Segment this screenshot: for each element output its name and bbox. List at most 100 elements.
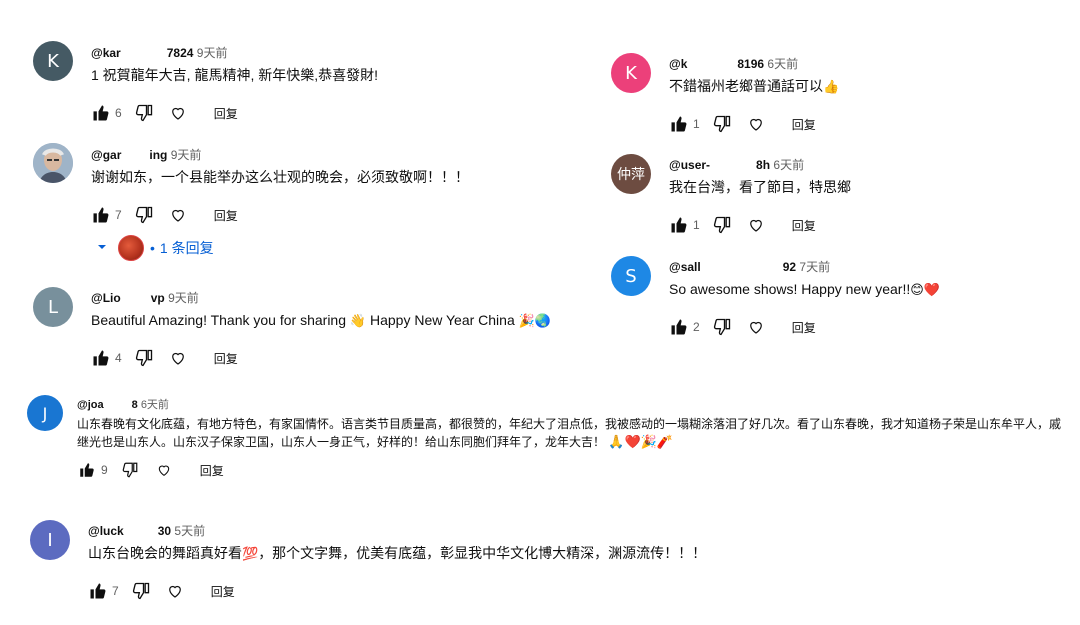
comment-meta: @joa 8 6天前 (77, 396, 1067, 412)
author-handle[interactable]: @sall (669, 260, 701, 274)
reply-dot: • (150, 240, 155, 256)
reply-button[interactable]: 回复 (214, 105, 238, 122)
comment-time[interactable]: 6天前 (767, 57, 798, 71)
like-count: 2 (693, 320, 700, 334)
author-handle[interactable]: @joa (77, 399, 104, 411)
comment-text: 山东春晚有文化底蕴，有地方特色，有家国情怀。语言类节目质量高，都很赞的，年纪大了… (77, 415, 1067, 451)
reply-button[interactable]: 回复 (792, 319, 816, 336)
heart-icon[interactable] (154, 460, 174, 480)
avatar[interactable]: K (611, 53, 651, 93)
author-handle[interactable]: @user- (669, 158, 710, 172)
comment-actions: 4 回复 (91, 347, 631, 369)
avatar[interactable]: J (27, 395, 63, 431)
comment-time[interactable]: 5天前 (174, 524, 205, 538)
thumbs-down-icon[interactable] (120, 460, 140, 480)
avatar[interactable]: I (30, 520, 70, 560)
waving-hand-emoji: 👋 (349, 313, 367, 328)
comment-text-part: ，那个文字舞，优美有底蕴，彰显我中华文化博大精深，渊源流传！！！ (258, 545, 707, 561)
thumbs-up-icon[interactable] (91, 348, 111, 368)
thumbs-up-icon[interactable] (88, 581, 108, 601)
avatar[interactable]: K (33, 41, 73, 81)
heart-icon[interactable] (746, 317, 766, 337)
author-handle[interactable]: @gar (91, 148, 121, 162)
heart-icon[interactable] (168, 103, 188, 123)
thumbs-down-icon[interactable] (712, 317, 732, 337)
author-handle[interactable]: @k (669, 57, 687, 71)
comment-time[interactable]: 9天前 (171, 148, 202, 162)
avatar[interactable]: S (611, 256, 651, 296)
reply-button[interactable]: 回复 (214, 350, 238, 367)
thumbs-down-icon[interactable] (134, 205, 154, 225)
reply-author-avatar (118, 235, 144, 261)
like-count: 6 (115, 106, 122, 120)
comment-meta: @Lio vp 9天前 (91, 289, 631, 306)
author-handle-tail[interactable]: 7824 (167, 46, 194, 60)
comment-meta: @luck 30 5天前 (88, 522, 788, 539)
like-count: 1 (693, 117, 700, 131)
avatar[interactable] (33, 143, 73, 183)
author-handle-tail[interactable]: 92 (783, 260, 796, 274)
hundred-points-emoji: 💯 (242, 546, 259, 561)
comment-text: 不錯福州老鄉普通話可以👍 (669, 77, 1069, 96)
like-count: 7 (112, 584, 119, 598)
view-replies-button[interactable]: • 1 条回复 (96, 235, 214, 261)
reply-button[interactable]: 回复 (792, 116, 816, 133)
avatar[interactable]: 仲萍 (611, 154, 651, 194)
thumbs-up-icon[interactable] (669, 114, 689, 134)
reply-button[interactable]: 回复 (211, 583, 235, 600)
heart-icon[interactable] (168, 348, 188, 368)
comment-text-part: 山东台晚会的舞蹈真好看 (88, 545, 242, 561)
comment-actions: 2 回复 (669, 316, 1069, 338)
comment-text-part: 不錯福州老鄉普通話可以 (669, 78, 823, 94)
reply-button[interactable]: 回复 (200, 462, 224, 479)
thumbs-up-icon[interactable] (669, 215, 689, 235)
smile-heart-emoji: 😊❤️ (910, 282, 940, 297)
comment-meta: @user- 8h 6天前 (669, 156, 1069, 173)
reply-count: 1 条回复 (159, 240, 214, 256)
comment-time[interactable]: 6天前 (141, 399, 169, 411)
heart-icon[interactable] (746, 215, 766, 235)
avatar[interactable]: L (33, 287, 73, 327)
author-handle[interactable]: @luck (88, 524, 124, 538)
thumbs-up-icon[interactable] (77, 460, 97, 480)
author-handle[interactable]: @Lio (91, 291, 121, 305)
heart-icon[interactable] (168, 205, 188, 225)
thumbs-down-icon[interactable] (131, 581, 151, 601)
comment-actions: 9 回复 (77, 459, 1067, 481)
author-handle-tail[interactable]: vp (151, 291, 165, 305)
author-handle-tail[interactable]: ing (149, 148, 167, 162)
author-handle-tail[interactable]: 8196 (737, 57, 764, 71)
heart-icon[interactable] (165, 581, 185, 601)
thumbs-down-icon[interactable] (134, 103, 154, 123)
comment-time[interactable]: 9天前 (197, 46, 228, 60)
thumbs-down-icon[interactable] (134, 348, 154, 368)
author-handle[interactable]: @kar (91, 46, 121, 60)
author-handle-tail[interactable]: 30 (158, 524, 171, 538)
comment-text-part: 山东春晚有文化底蕴，有地方特色，有家国情怀。语言类节目质量高，都很赞的，年纪大了… (77, 417, 1062, 449)
like-count: 9 (101, 463, 108, 477)
comment-time[interactable]: 7天前 (799, 260, 830, 274)
comment-meta: @gar ing 9天前 (91, 146, 531, 163)
comment-time[interactable]: 6天前 (773, 158, 804, 172)
reply-button[interactable]: 回复 (792, 217, 816, 234)
thumbs-up-icon[interactable] (669, 317, 689, 337)
comment-text: So awesome shows! Happy new year!!😊❤️ (669, 280, 1069, 299)
thumbs-up-icon[interactable] (91, 103, 111, 123)
like-count: 4 (115, 351, 122, 365)
author-handle-tail[interactable]: 8h (756, 158, 770, 172)
comment-text-part: Beautiful Amazing! Thank you for sharing (91, 312, 347, 328)
heart-icon[interactable] (746, 114, 766, 134)
thumbs-up-icon[interactable] (91, 205, 111, 225)
comment-time[interactable]: 9天前 (168, 291, 199, 305)
comment-text-part: Happy New Year China (369, 312, 515, 328)
author-handle-tail[interactable]: 8 (132, 399, 138, 411)
thumbs-down-icon[interactable] (712, 114, 732, 134)
comment-actions: 7 回复 (88, 580, 788, 602)
comment-meta: @k 8196 6天前 (669, 55, 1069, 72)
comment-meta: @sall 92 7天前 (669, 258, 1069, 275)
thumbs-down-icon[interactable] (712, 215, 732, 235)
comment-actions: 1 回复 (669, 214, 1069, 236)
comment-actions: 1 回复 (669, 113, 1069, 135)
reply-button[interactable]: 回复 (214, 207, 238, 224)
comment-text-part: So awesome shows! Happy new year!! (669, 281, 911, 297)
